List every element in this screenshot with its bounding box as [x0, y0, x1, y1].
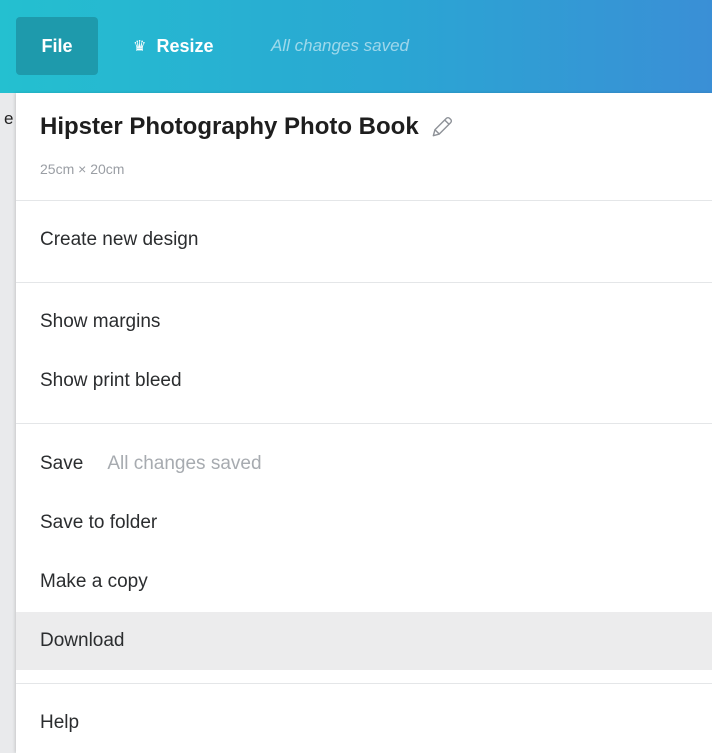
top-toolbar: File ♛ Resize All changes saved: [0, 0, 712, 93]
design-dimensions: 25cm × 20cm: [40, 161, 125, 177]
editor-background: e: [0, 93, 16, 753]
file-menu-label: File: [41, 35, 73, 56]
design-info: Hipster Photography Photo Book 25cm × 20…: [16, 93, 712, 200]
menu-item-help[interactable]: Help: [16, 694, 712, 752]
menu-item-label: Create new design: [40, 229, 199, 250]
design-title-text[interactable]: Hipster Photography Photo Book: [40, 113, 419, 141]
menu-item-label: Save to folder: [40, 512, 158, 533]
menu-item-label: Save: [40, 453, 84, 474]
menu-item-label: Make a copy: [40, 571, 148, 592]
design-title: Hipster Photography Photo Book: [40, 113, 455, 141]
resize-label: Resize: [156, 35, 214, 56]
menu-item-label: Show print bleed: [40, 370, 182, 391]
menu-item-download[interactable]: Download: [16, 612, 712, 670]
save-status-note: All changes saved: [107, 453, 262, 474]
menu-item-show-print-bleed[interactable]: Show print bleed: [16, 352, 712, 410]
menu-item-make-a-copy[interactable]: Make a copy: [16, 553, 712, 611]
crown-icon: ♛: [133, 37, 147, 55]
resize-button[interactable]: ♛ Resize: [133, 17, 214, 75]
menu-divider: [16, 200, 712, 201]
menu-divider: [16, 423, 712, 424]
menu-item-label: Show margins: [40, 311, 161, 332]
pencil-icon[interactable]: [429, 114, 455, 140]
menu-item-create-new-design[interactable]: Create new design: [16, 211, 712, 269]
background-text-fragment: e: [4, 109, 14, 128]
menu-item-label: Download: [40, 630, 125, 651]
menu-item-save[interactable]: Save All changes saved: [16, 435, 712, 493]
file-menu-button[interactable]: File: [16, 17, 98, 75]
menu-item-show-margins[interactable]: Show margins: [16, 293, 712, 351]
menu-divider: [16, 282, 712, 283]
autosave-status: All changes saved: [271, 36, 409, 55]
menu-item-save-to-folder[interactable]: Save to folder: [16, 494, 712, 552]
menu-item-label: Help: [40, 712, 80, 733]
menu-divider: [16, 683, 712, 684]
file-menu-dropdown: Hipster Photography Photo Book 25cm × 20…: [16, 93, 712, 753]
